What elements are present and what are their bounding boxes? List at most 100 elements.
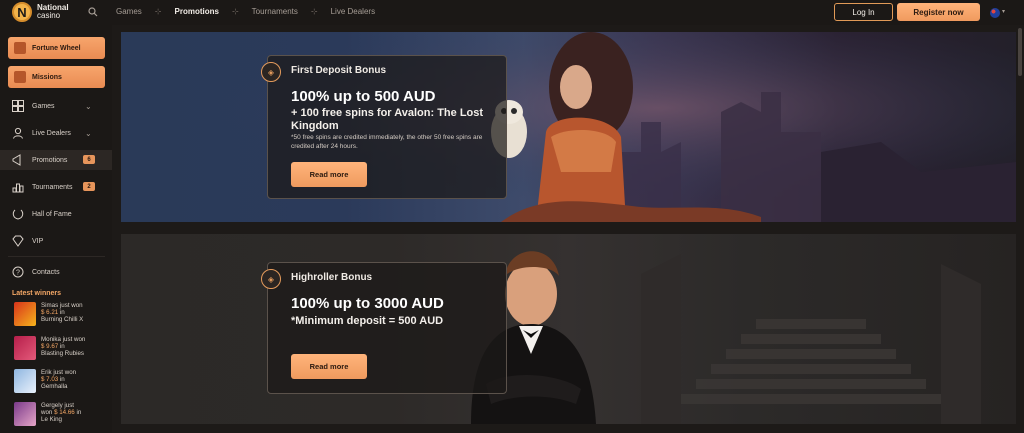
winner-suffix: in: [58, 376, 65, 384]
logo-line2: casino: [37, 11, 61, 20]
sidebar-item-live-dealers[interactable]: Live Dealers ⌄: [0, 123, 112, 143]
sidebar-item-label: Tournaments: [32, 183, 73, 191]
winner-suffix: in: [58, 343, 65, 351]
highroller-banner: [121, 234, 1016, 424]
megaphone-icon: ◈: [261, 62, 281, 82]
winner-amount-line: $ 6.21 in: [41, 309, 83, 316]
nav-separator-icon: ⊹: [154, 7, 162, 16]
diamond-icon: [11, 234, 25, 248]
sidebar-item-vip[interactable]: VIP: [0, 231, 112, 251]
scrollbar-thumb[interactable]: [1018, 28, 1022, 76]
winner-line: Simas just won: [41, 302, 83, 309]
winner-item[interactable]: Simas just won $ 6.21 in Burning Chilli …: [14, 302, 109, 328]
game-thumbnail: [14, 369, 36, 393]
nav-promotions[interactable]: Promotions: [175, 7, 219, 16]
winner-amount-line: $ 7.03 in: [41, 376, 76, 383]
sidebar-item-label: Hall of Fame: [32, 210, 72, 218]
winner-amount: $ 9.67: [41, 343, 59, 351]
winner-amount: $ 14.66: [54, 409, 75, 417]
winner-text: Simas just won $ 6.21 in Burning Chilli …: [41, 302, 83, 328]
nav-live-dealers[interactable]: Live Dealers: [331, 7, 375, 16]
game-thumbnail: [14, 302, 36, 326]
winner-item[interactable]: Erik just won $ 7.03 in Gemhalla: [14, 369, 109, 395]
missions-button[interactable]: Missions: [8, 66, 105, 88]
sidebar-item-games[interactable]: Games ⌄: [0, 96, 112, 116]
games-icon: [11, 99, 25, 113]
svg-text:?: ?: [16, 270, 20, 277]
sidebar-item-hall-of-fame[interactable]: Hall of Fame: [0, 204, 112, 224]
winner-game: Gemhalla: [41, 383, 68, 391]
winner-game: Blasting Rubies: [41, 350, 84, 358]
fortune-wheel-icon: [14, 42, 26, 54]
top-header: N National casino Games ⊹ Promotions ⊹ T…: [0, 0, 1024, 25]
winner-line: Gergely just: [41, 402, 75, 409]
sidebar-item-contacts[interactable]: ? Contacts: [0, 262, 112, 282]
winner-amount-line: $ 9.67 in: [41, 343, 85, 350]
tournaments-badge: 2: [83, 182, 95, 191]
promo-title: Highroller Bonus: [291, 272, 373, 283]
missions-label: Missions: [32, 73, 62, 81]
winner-game: Burning Chilli X: [41, 316, 84, 324]
sidebar-item-label: Contacts: [32, 268, 60, 276]
winner-text: Monika just won $ 9.67 in Blasting Rubie…: [41, 336, 85, 362]
promotions-badge: 6: [83, 155, 95, 164]
sidebar-item-label: Live Dealers: [32, 129, 71, 137]
sidebar-item-label: VIP: [32, 237, 44, 245]
sidebar-item-label: Promotions: [32, 156, 68, 164]
promo-title: First Deposit Bonus: [291, 65, 387, 76]
nav-games[interactable]: Games: [116, 7, 142, 16]
promo-card-first-deposit: ◈ First Deposit Bonus 100% up to 500 AUD…: [261, 55, 507, 199]
winner-amount-line: won $ 14.66 in: [41, 409, 81, 416]
winner-line: Monika just won: [41, 336, 86, 343]
laurel-icon: [11, 207, 25, 221]
nav-separator-icon: ⊹: [231, 7, 239, 16]
winner-amount: $ 7.03: [41, 376, 59, 384]
winner-item[interactable]: Monika just won $ 9.67 in Blasting Rubie…: [14, 336, 109, 362]
language-flag-icon[interactable]: [990, 8, 1000, 18]
latest-winners-title: Latest winners: [12, 290, 62, 297]
banner-artwork: [471, 251, 981, 424]
missions-icon: [14, 71, 26, 83]
live-dealers-icon: [11, 126, 25, 140]
logo-mark: N: [12, 2, 32, 22]
sidebar-item-label: Games: [32, 102, 55, 110]
first-deposit-banner: [121, 32, 1016, 222]
winner-suffix: in: [58, 309, 65, 317]
banner-artwork: [121, 32, 1016, 222]
fortune-wheel-label: Fortune Wheel: [32, 44, 81, 52]
logo-text: National casino: [37, 4, 69, 20]
scrollbar[interactable]: [1016, 25, 1024, 433]
promo-headline: 100% up to 500 AUD: [291, 88, 436, 105]
promo-note: *50 free spins are credited immediately,…: [291, 134, 483, 150]
fortune-wheel-button[interactable]: Fortune Wheel: [8, 37, 105, 59]
game-thumbnail: [14, 336, 36, 360]
sidebar-divider: [8, 256, 105, 257]
chevron-down-icon[interactable]: ⌄: [85, 129, 92, 138]
game-thumbnail: [14, 402, 36, 426]
register-button[interactable]: Register now: [897, 3, 980, 21]
winner-suffix: in: [74, 409, 82, 417]
promo-subheadline: + 100 free spins for Avalon: The Lost Ki…: [291, 107, 484, 132]
promo-subheadline: *Minimum deposit = 500 AUD: [291, 315, 444, 327]
winner-item[interactable]: Gergely just won $ 14.66 in Le King: [14, 402, 109, 428]
logo[interactable]: N National casino: [12, 2, 69, 22]
promo-headline: 100% up to 3000 AUD: [291, 295, 444, 312]
winner-text: Gergely just won $ 14.66 in Le King: [41, 402, 81, 428]
winner-line-cont: won: [41, 409, 55, 417]
nav-tournaments[interactable]: Tournaments: [252, 7, 298, 16]
winner-amount: $ 6.21: [41, 309, 59, 317]
winner-line: Erik just won: [41, 369, 77, 376]
chevron-down-icon[interactable]: ⌄: [85, 102, 92, 111]
search-icon[interactable]: [88, 7, 98, 17]
chevron-down-icon[interactable]: ▾: [1002, 8, 1005, 15]
tournaments-icon: [11, 180, 25, 194]
sidebar-item-tournaments[interactable]: Tournaments 2: [0, 177, 112, 197]
read-more-button[interactable]: Read more: [291, 162, 367, 187]
help-icon: ?: [11, 265, 25, 279]
read-more-button[interactable]: Read more: [291, 354, 367, 379]
winner-game: Le King: [41, 416, 62, 424]
megaphone-icon: ◈: [261, 269, 281, 289]
sidebar-item-promotions[interactable]: Promotions 6: [0, 150, 112, 170]
promo-card-highroller: ◈ Highroller Bonus 100% up to 3000 AUD *…: [261, 262, 507, 394]
login-button[interactable]: Log In: [834, 3, 893, 21]
